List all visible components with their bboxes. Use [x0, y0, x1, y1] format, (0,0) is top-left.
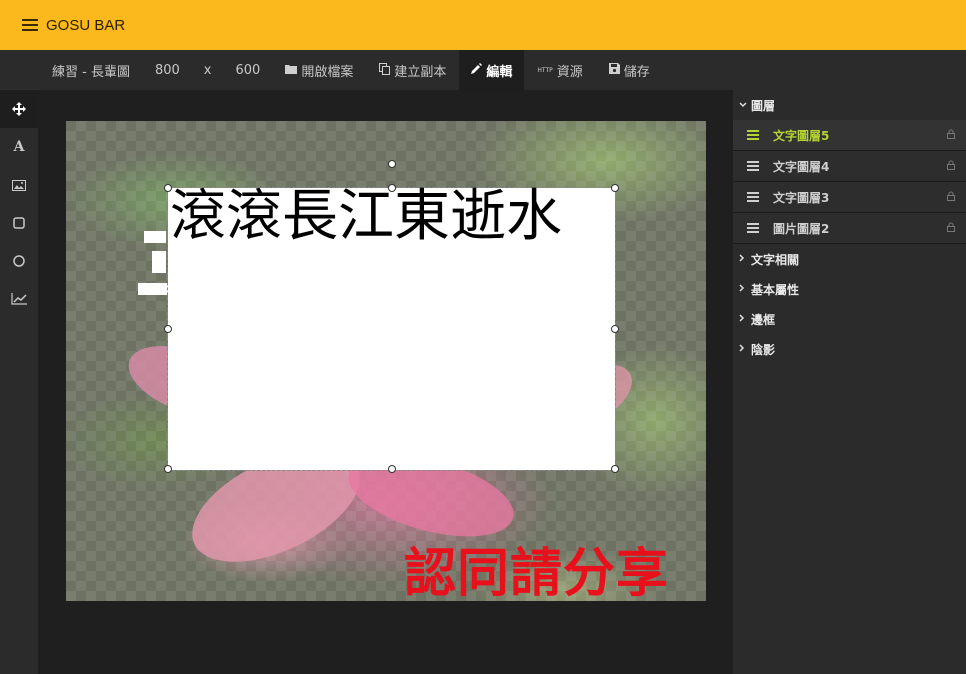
open-file-label: 開啟檔案 — [301, 64, 354, 80]
section-shadow[interactable]: 陰影 — [733, 334, 966, 364]
size-separator: x — [203, 62, 212, 78]
resize-handle-ne[interactable] — [611, 184, 619, 192]
duplicate-label: 建立副本 — [394, 64, 447, 80]
drag-handle-icon[interactable] — [747, 130, 759, 140]
tab-resources[interactable]: HTTP 資源 — [524, 50, 595, 90]
section-label: 邊框 — [751, 312, 776, 327]
rectangle-tool-icon[interactable] — [0, 204, 38, 242]
hidden-text-fragment — [138, 283, 168, 295]
section-label: 陰影 — [751, 342, 776, 357]
resize-handle-se[interactable] — [611, 465, 619, 473]
section-border[interactable]: 邊框 — [733, 304, 966, 334]
layer-item[interactable]: 圖片圖層2 — [733, 213, 966, 244]
save-button[interactable]: 儲存 — [596, 50, 663, 90]
resize-handle-nw[interactable] — [164, 184, 172, 192]
resize-handle-w[interactable] — [164, 325, 172, 333]
share-text[interactable]: 認同請分享 — [404, 531, 669, 601]
drag-handle-icon[interactable] — [747, 192, 759, 202]
http-icon: HTTP — [537, 66, 553, 74]
resize-handle-sw[interactable] — [164, 465, 172, 473]
selected-text-layer[interactable]: 滾滾長江東逝水 — [167, 186, 616, 471]
hidden-text-fragment — [152, 251, 166, 273]
chevron-right-icon — [739, 283, 751, 295]
chevron-right-icon — [739, 313, 751, 325]
move-tool-icon[interactable] — [0, 90, 38, 128]
rotate-handle[interactable] — [388, 160, 396, 168]
chart-tool-icon[interactable] — [0, 280, 38, 318]
app-title: GOSU BAR — [46, 16, 126, 34]
layer-label: 文字圖層3 — [773, 190, 830, 205]
layer-item[interactable]: 文字圖層5 — [733, 120, 966, 151]
floppy-icon — [608, 63, 620, 77]
section-label: 文字相關 — [751, 252, 800, 267]
save-label: 儲存 — [623, 64, 650, 80]
duplicate-button[interactable]: 建立副本 — [366, 50, 459, 90]
layer-list: 文字圖層5 文字圖層4 文字圖層3 圖片圖層2 — [733, 120, 966, 244]
hidden-text-fragment — [144, 231, 166, 243]
drag-handle-icon[interactable] — [747, 223, 759, 233]
main-text[interactable]: 滾滾長江東逝水 — [170, 186, 562, 248]
layers-section-header[interactable]: 圖層 — [733, 90, 966, 120]
lock-icon[interactable] — [936, 160, 966, 173]
layers-title: 圖層 — [751, 98, 776, 113]
circle-tool-icon[interactable] — [0, 242, 38, 280]
section-basic-properties[interactable]: 基本屬性 — [733, 274, 966, 304]
resize-handle-n[interactable] — [388, 184, 396, 192]
layer-label: 文字圖層4 — [773, 159, 830, 174]
drag-handle-icon[interactable] — [747, 161, 759, 171]
copy-icon — [379, 62, 391, 78]
layer-label: 圖片圖層2 — [773, 221, 830, 236]
pencil-icon — [471, 63, 483, 77]
resize-handle-e[interactable] — [611, 325, 619, 333]
image-tool-icon[interactable] — [0, 166, 38, 204]
document-name[interactable]: 練習 - 長輩圖 — [0, 50, 143, 90]
resources-label: 資源 — [556, 64, 583, 80]
editor-stage: 滾滾長江東逝水 認同請分享 — [38, 90, 733, 674]
lock-icon[interactable] — [936, 129, 966, 142]
lock-icon[interactable] — [936, 191, 966, 204]
chevron-right-icon — [739, 253, 751, 265]
hamburger-menu-icon[interactable] — [22, 19, 38, 31]
folder-icon — [285, 64, 298, 77]
text-tool-icon[interactable]: A — [0, 128, 38, 166]
properties-panel: 圖層 文字圖層5 文字圖層4 文字圖層3 圖片圖層2 文字相關 基本屬性 邊框 … — [733, 90, 966, 674]
layer-item[interactable]: 文字圖層4 — [733, 151, 966, 182]
layer-label: 文字圖層5 — [773, 128, 830, 143]
design-canvas[interactable]: 滾滾長江東逝水 認同請分享 — [66, 121, 706, 601]
layer-item[interactable]: 文字圖層3 — [733, 182, 966, 213]
section-text[interactable]: 文字相關 — [733, 244, 966, 274]
app-header: GOSU BAR — [0, 0, 966, 50]
resize-handle-s[interactable] — [388, 465, 396, 473]
chevron-right-icon — [739, 343, 751, 355]
canvas-width[interactable]: 800 — [143, 50, 192, 90]
tab-edit[interactable]: 編輯 — [459, 50, 525, 90]
tool-sidebar: A — [0, 90, 38, 674]
document-toolbar: 練習 - 長輩圖 800 x 600 開啟檔案 建立副本 編輯 HTTP 資源 … — [0, 50, 966, 90]
canvas-height[interactable]: 600 — [224, 50, 273, 90]
edit-label: 編輯 — [486, 64, 513, 80]
section-label: 基本屬性 — [751, 282, 800, 297]
lock-icon[interactable] — [936, 222, 966, 235]
open-file-button[interactable]: 開啟檔案 — [272, 50, 366, 90]
chevron-down-icon — [739, 100, 751, 111]
